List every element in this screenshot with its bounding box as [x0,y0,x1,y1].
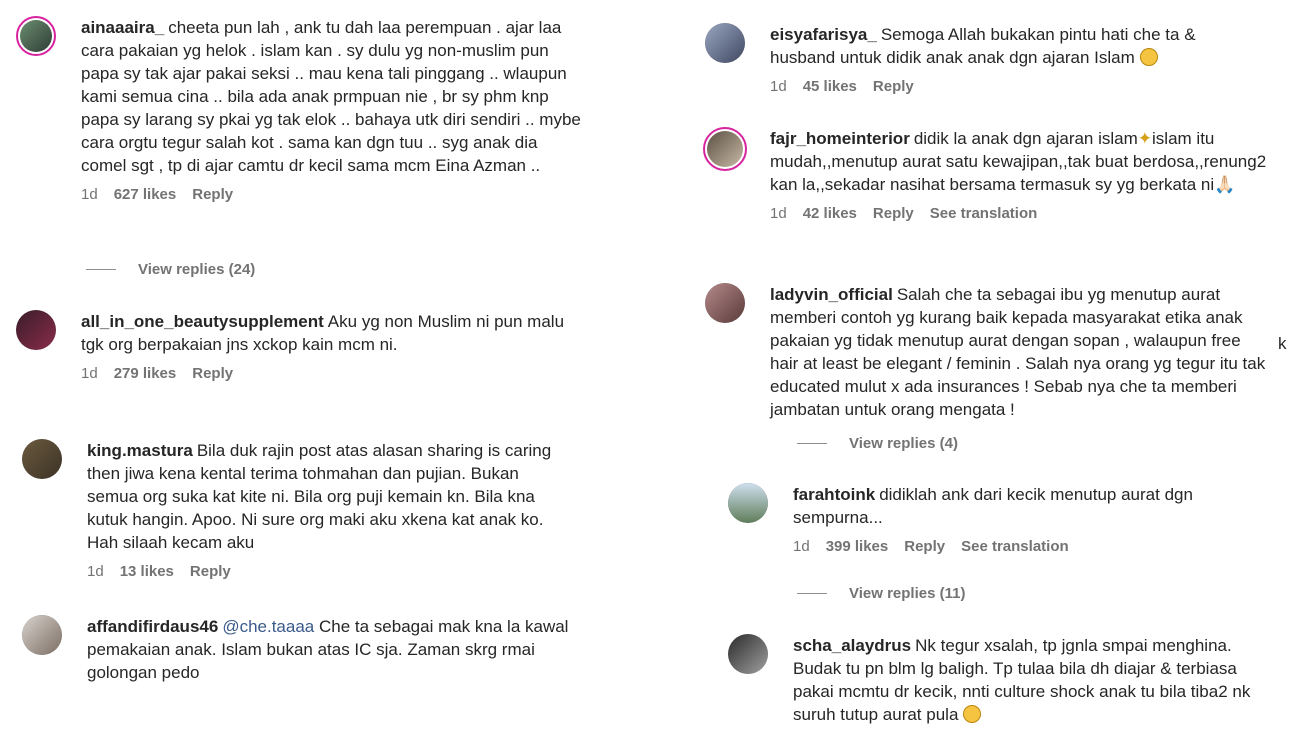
username[interactable]: all_in_one_beautysupplement [81,312,324,331]
likes-count[interactable]: 627 likes [114,186,177,203]
comment-text: king.mastura Bila duk rajin post atas ala… [87,441,552,552]
avatar[interactable] [705,23,745,63]
comment-text: ladyvin_official Salah che ta sebagai ibu… [770,285,1266,419]
reply-button[interactable]: Reply [190,563,231,580]
timestamp: 1d [770,205,787,222]
reply-button[interactable]: Reply [192,186,233,203]
timestamp: 1d [87,563,104,580]
timestamp: 1d [770,78,787,95]
avatar[interactable] [16,16,56,56]
username[interactable]: affandifirdaus46 [87,617,218,636]
comment-meta: 1d 399 likes Reply See translation [793,538,1253,555]
likes-count[interactable]: 45 likes [803,78,857,95]
sad-face-emoji-icon [963,705,982,723]
comment-text: scha_alaydrus Nk tegur xsalah, tp jgnla s… [793,636,1251,724]
comment-meta: 1d 45 likes Reply [770,78,1240,95]
avatar[interactable] [705,283,745,323]
username[interactable]: ainaaaira_ [81,18,164,37]
view-replies-button[interactable]: View replies (4) [797,435,958,452]
divider-line [797,593,827,594]
reply-button[interactable]: Reply [192,365,233,382]
comment-text: ainaaaira_ cheeta pun lah , ank tu dah la… [81,18,581,175]
praying-hands-emoji: 🙏🏻 [1214,175,1236,194]
likes-count[interactable]: 13 likes [120,563,174,580]
reply-button[interactable]: Reply [873,78,914,95]
divider-line [86,269,116,270]
comment-text: farahtoink didiklah ank dari kecik menutu… [793,485,1193,527]
timestamp: 1d [793,538,810,555]
username[interactable]: king.mastura [87,441,193,460]
avatar[interactable] [703,127,747,171]
avatar[interactable] [728,634,768,674]
view-replies-button[interactable]: View replies (11) [797,585,965,602]
comment-text: fajr_homeinterior didik la anak dgn ajara… [770,129,1267,194]
avatar[interactable] [728,483,768,523]
username[interactable]: scha_alaydrus [793,636,911,655]
timestamp: 1d [81,186,98,203]
divider-line [797,443,827,444]
likes-count[interactable]: 42 likes [803,205,857,222]
comment-text: all_in_one_beautysupplement Aku yg non Mu… [81,312,565,354]
username[interactable]: farahtoink [793,485,875,504]
stray-character: k [1278,334,1287,353]
username[interactable]: fajr_homeinterior [770,129,910,148]
reply-button[interactable]: Reply [904,538,945,555]
comment-meta: 1d 627 likes Reply [81,186,581,203]
reply-button[interactable]: Reply [873,205,914,222]
username[interactable]: ladyvin_official [770,285,893,304]
timestamp: 1d [81,365,98,382]
avatar[interactable] [22,439,62,479]
comment-text: eisyafarisya_ Semoga Allah bukakan pintu … [770,25,1196,67]
see-translation-button[interactable]: See translation [961,538,1069,555]
likes-count[interactable]: 279 likes [114,365,177,382]
comment-meta: 1d 279 likes Reply [81,365,581,382]
comment-text: affandifirdaus46 @che.taaaa Che ta sebaga… [87,617,569,682]
see-translation-button[interactable]: See translation [930,205,1038,222]
smiling-emoji-icon [1139,48,1158,66]
sparkle-icon: ✦ [1137,129,1153,148]
username[interactable]: eisyafarisya_ [770,25,877,44]
mention-link[interactable]: @che.taaaa [222,617,314,636]
comment-meta: 1d 13 likes Reply [87,563,567,580]
view-replies-button[interactable]: View replies (24) [86,261,255,278]
avatar[interactable] [16,310,56,350]
likes-count[interactable]: 399 likes [826,538,889,555]
comment-meta: 1d 42 likes Reply See translation [770,205,1270,222]
avatar[interactable] [22,615,62,655]
